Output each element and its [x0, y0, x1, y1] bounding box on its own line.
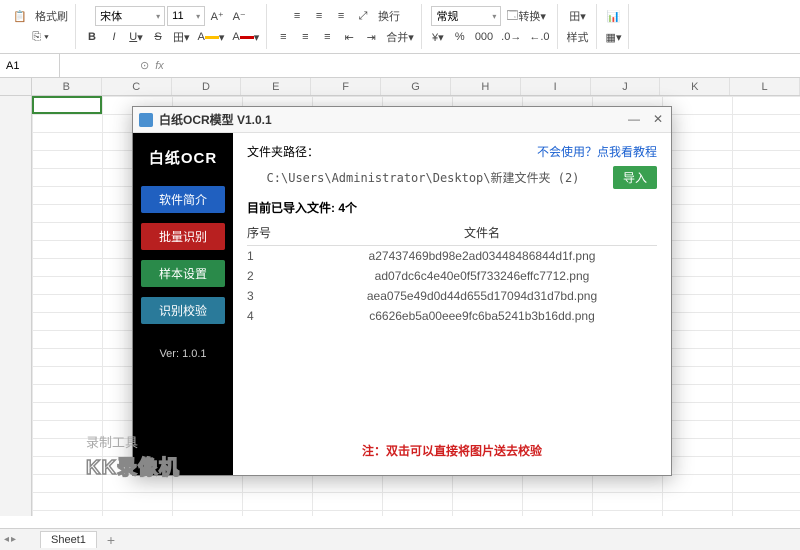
col-header[interactable]: G [381, 78, 451, 95]
merge-button[interactable]: 合并▾ [383, 27, 417, 47]
nav-verify-button[interactable]: 识别校验 [141, 297, 225, 324]
align-right-icon[interactable]: ≡ [317, 27, 337, 47]
align-middle-icon[interactable]: ≡ [309, 6, 329, 26]
path-label: 文件夹路径： [247, 143, 319, 160]
col-header[interactable]: I [521, 78, 591, 95]
column-headers: B C D E F G H I J K L [0, 78, 800, 96]
th-index: 序号 [247, 224, 307, 241]
ocr-dialog: 白纸OCR模型 V1.0.1 — ✕ 白纸OCR 软件简介 批量识别 样本设置 … [132, 106, 672, 476]
format-painter-button[interactable]: 格式刷 [32, 6, 71, 26]
col-header[interactable]: J [591, 78, 661, 95]
name-box[interactable] [0, 54, 60, 77]
col-header[interactable]: L [730, 78, 800, 95]
app-icon [139, 113, 153, 127]
ribbon-toolbar: 📋 格式刷 ⎘ ▾ 宋体▾ 11▾ A⁺ A⁻ B I U▾ S 田▾ A▾ A… [0, 0, 800, 54]
nav-batch-button[interactable]: 批量识别 [141, 223, 225, 250]
comma-icon[interactable]: 000 [472, 27, 496, 47]
convert-button[interactable]: 🗔 转换▾ [503, 6, 548, 26]
decrease-decimal-icon[interactable]: ←.0 [526, 27, 552, 47]
font-name-select[interactable]: 宋体▾ [95, 6, 165, 26]
fx-icon[interactable]: fx [155, 60, 164, 72]
table-row[interactable]: 1 a27437469bd98e2ad03448486844d1f.png [247, 246, 657, 266]
dialog-titlebar[interactable]: 白纸OCR模型 V1.0.1 — ✕ [133, 107, 671, 133]
bold-button[interactable]: B [82, 27, 102, 47]
active-cell-outline [32, 96, 102, 114]
select-all-corner[interactable] [0, 78, 32, 95]
help-link[interactable]: 不会使用？点我看教程 [537, 143, 657, 160]
strikethrough-button[interactable]: S [148, 27, 168, 47]
fill-color-button[interactable]: A▾ [195, 27, 228, 47]
add-sheet-button[interactable]: + [101, 532, 121, 548]
col-header[interactable]: K [660, 78, 730, 95]
file-table: 序号 文件名 1 a27437469bd98e2ad03448486844d1f… [247, 224, 657, 432]
close-icon[interactable]: ✕ [651, 113, 665, 127]
cell-styles-button[interactable]: 田▾ [566, 6, 589, 26]
number-format-select[interactable]: 常规▾ [431, 6, 501, 26]
border-button[interactable]: 田▾ [170, 27, 193, 47]
increase-decimal-icon[interactable]: .0→ [498, 27, 524, 47]
align-center-icon[interactable]: ≡ [295, 27, 315, 47]
row-headers [0, 96, 32, 516]
wrap-text-button[interactable]: 换行 [375, 6, 403, 26]
increase-font-icon[interactable]: A⁺ [207, 6, 227, 26]
orientation-icon[interactable]: ⤢ [353, 6, 373, 26]
version-label: Ver: 1.0.1 [159, 348, 206, 360]
col-header[interactable]: C [102, 78, 172, 95]
decrease-font-icon[interactable]: A⁻ [229, 6, 249, 26]
paste-icon[interactable]: 📋 [10, 6, 30, 26]
ocr-brand: 白纸OCR [149, 147, 217, 168]
minimize-icon[interactable]: — [627, 113, 641, 127]
conditional-format-icon[interactable]: 📊 [604, 6, 624, 26]
sheet-nav-next-icon[interactable]: ▸ [11, 534, 16, 545]
align-bottom-icon[interactable]: ≡ [331, 6, 351, 26]
underline-button[interactable]: U▾ [126, 27, 146, 47]
hint-note: 注：双击可以直接将图片送去校验 [247, 442, 657, 465]
styles-label[interactable]: 样式 [564, 27, 592, 47]
col-header[interactable]: D [172, 78, 242, 95]
th-filename: 文件名 [307, 224, 657, 241]
ocr-sidebar: 白纸OCR 软件简介 批量识别 样本设置 识别校验 Ver: 1.0.1 [133, 133, 233, 475]
table-row[interactable]: 4 c6626eb5a00eee9fc6ba5241b3b16dd.png [247, 306, 657, 326]
table-row[interactable]: 2 ad07dc6c4e40e0f5f733246effc7712.png [247, 266, 657, 286]
col-header[interactable]: F [311, 78, 381, 95]
col-header[interactable]: E [241, 78, 311, 95]
decrease-indent-icon[interactable]: ⇤ [339, 27, 359, 47]
col-header[interactable]: H [451, 78, 521, 95]
import-button[interactable]: 导入 [613, 166, 657, 189]
nav-intro-button[interactable]: 软件简介 [141, 186, 225, 213]
increase-indent-icon[interactable]: ⇥ [361, 27, 381, 47]
italic-button[interactable]: I [104, 27, 124, 47]
align-top-icon[interactable]: ≡ [287, 6, 307, 26]
sheet-nav-prev-icon[interactable]: ◂ [4, 534, 9, 545]
currency-icon[interactable]: ¥▾ [428, 27, 448, 47]
expand-icon[interactable]: ⊙ [140, 59, 149, 72]
ocr-main-panel: 文件夹路径： 不会使用？点我看教程 C:\Users\Administrator… [233, 133, 671, 475]
col-header[interactable]: B [32, 78, 102, 95]
format-table-icon[interactable]: ▦▾ [603, 27, 625, 47]
dialog-title: 白纸OCR模型 V1.0.1 [159, 111, 627, 128]
copy-button[interactable]: ⎘ ▾ [29, 27, 51, 47]
path-value: C:\Users\Administrator\Desktop\新建文件夹 (2) [247, 169, 599, 186]
sheet-tab[interactable]: Sheet1 [40, 531, 97, 548]
formula-bar-row: ⊙ fx [0, 54, 800, 78]
table-row[interactable]: 3 aea075e49d0d44d655d17094d31d7bd.png [247, 286, 657, 306]
font-size-select[interactable]: 11▾ [167, 6, 205, 26]
font-color-button[interactable]: A▾ [229, 27, 262, 47]
align-left-icon[interactable]: ≡ [273, 27, 293, 47]
percent-icon[interactable]: % [450, 27, 470, 47]
sheet-tab-bar: ◂ ▸ Sheet1 + [0, 528, 800, 550]
nav-sample-button[interactable]: 样本设置 [141, 260, 225, 287]
file-count-label: 目前已导入文件: 4个 [247, 199, 657, 216]
